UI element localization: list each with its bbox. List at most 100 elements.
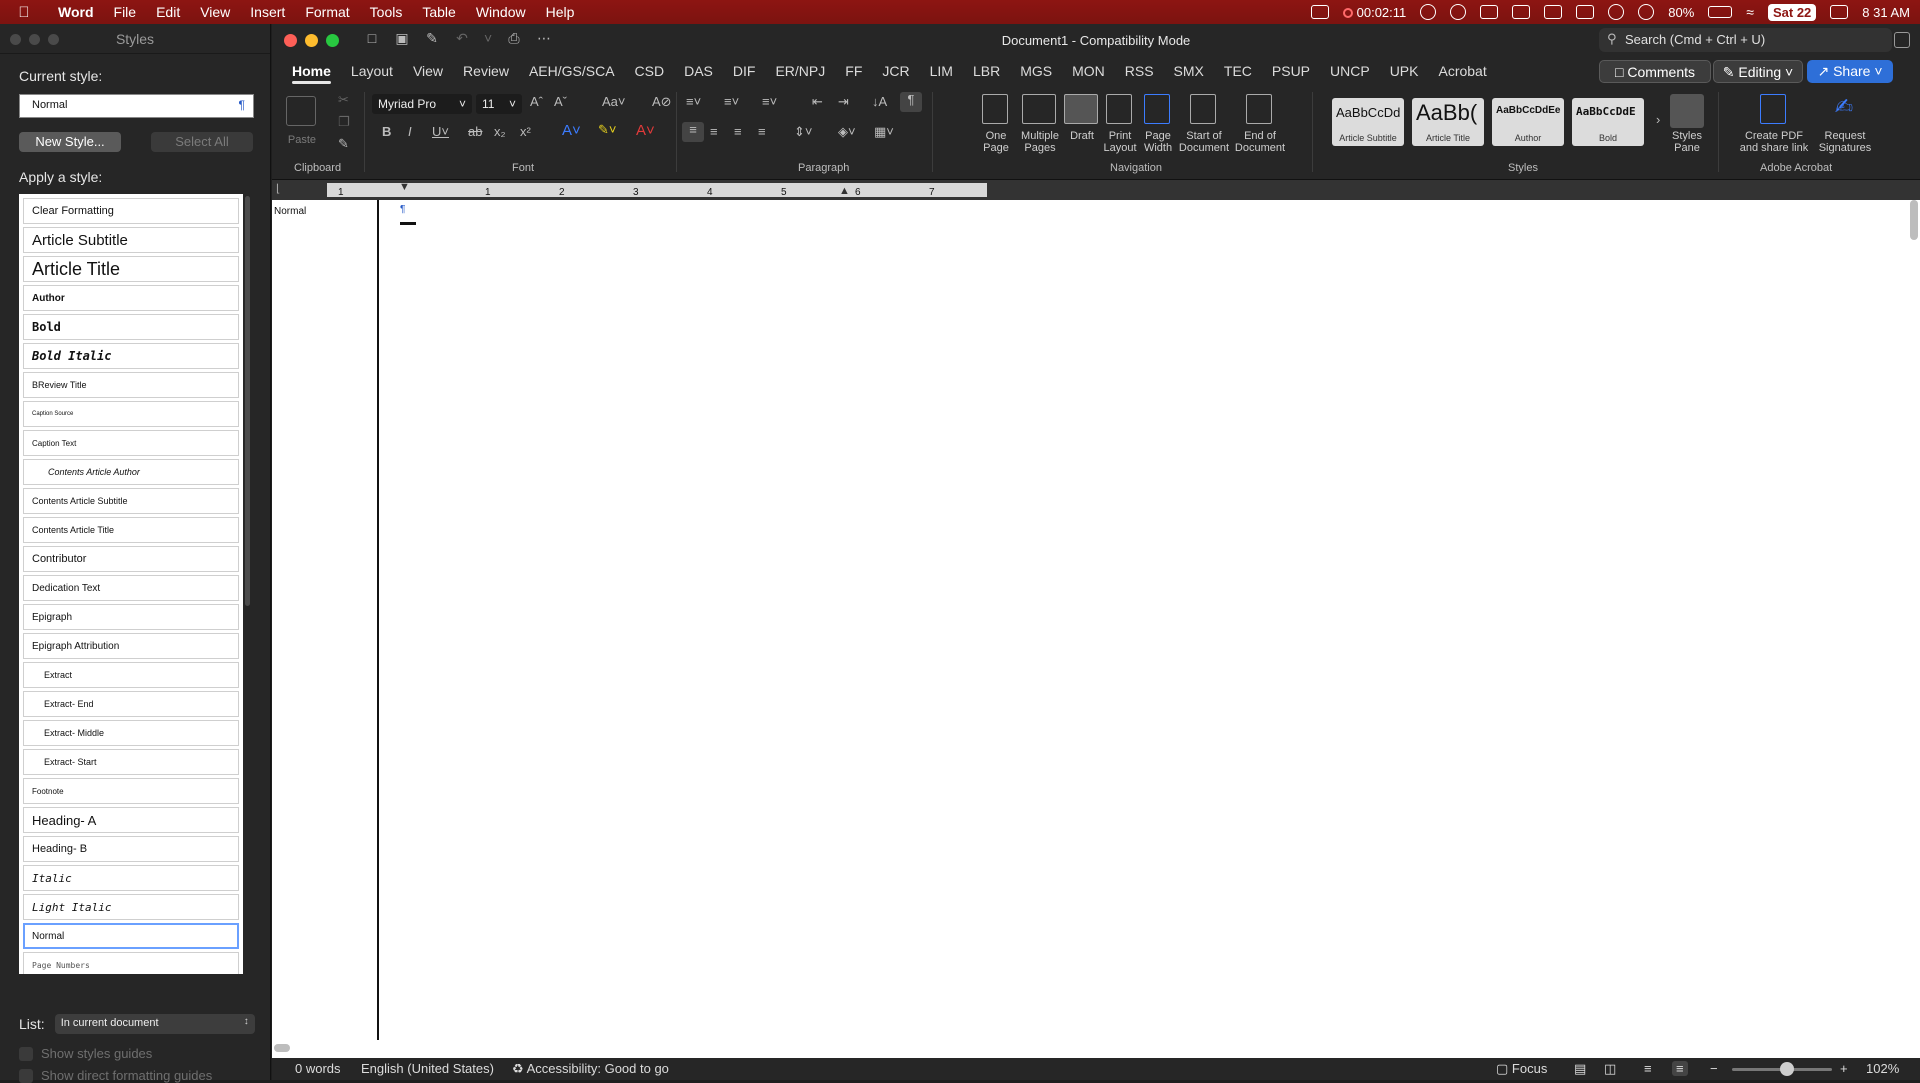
style-area-divider[interactable] [377, 200, 379, 1040]
tab-rss[interactable]: RSS [1115, 56, 1164, 86]
decrease-indent-icon[interactable]: ⇤ [812, 94, 823, 110]
control-center-icon[interactable] [1830, 5, 1849, 19]
more-icon[interactable]: ⋯ [536, 30, 552, 47]
window-split-icon[interactable] [1544, 5, 1563, 19]
clear-formatting-icon[interactable]: A⊘ [652, 94, 672, 110]
focus-button[interactable]: ▢ Focus [1496, 1061, 1547, 1077]
style-item-bold[interactable]: Bold [23, 314, 239, 340]
style-item-extract-end[interactable]: Extract- End [23, 691, 239, 717]
tab-mon[interactable]: MON [1062, 56, 1115, 86]
zoom-out-icon[interactable]: − [1710, 1061, 1718, 1076]
menu-format[interactable]: Format [295, 4, 359, 20]
tab-das[interactable]: DAS [674, 56, 723, 86]
menu-app-word[interactable]: Word [48, 4, 104, 20]
style-item-extract-start[interactable]: Extract- Start [23, 749, 239, 775]
style-item-normal[interactable]: Normal [23, 923, 239, 949]
end-of-document-icon[interactable] [1246, 94, 1272, 124]
tab-upk[interactable]: UPK [1380, 56, 1429, 86]
style-item-page-numbers[interactable]: Page Numbers [23, 952, 239, 974]
creative-cloud-icon[interactable] [1450, 4, 1467, 20]
style-item-heading-a[interactable]: Heading- A [23, 807, 239, 833]
cloud-icon[interactable] [1480, 5, 1499, 19]
tab-lbr[interactable]: LBR [963, 56, 1010, 86]
zoom-slider-knob[interactable] [1780, 1062, 1794, 1076]
tab-smx[interactable]: SMX [1164, 56, 1214, 86]
tab-dif[interactable]: DIF [723, 56, 766, 86]
menu-tools[interactable]: Tools [360, 4, 413, 20]
style-list-scrollbar[interactable] [245, 196, 250, 606]
tab-aeh-gs-sca[interactable]: AEH/GS/SCA [519, 56, 625, 86]
date-badge[interactable]: Sat 22 [1767, 3, 1817, 21]
menu-help[interactable]: Help [536, 4, 585, 20]
style-item-caption-text[interactable]: Caption Text [23, 430, 239, 456]
tab-er-npj[interactable]: ER/NPJ [765, 56, 835, 86]
style-item-light-italic[interactable]: Light Italic [23, 894, 239, 920]
upload-icon[interactable] [1512, 5, 1531, 19]
horizontal-scrollbar[interactable] [274, 1044, 290, 1052]
select-all-button[interactable]: Select All [151, 132, 253, 152]
style-item-author[interactable]: Author [23, 285, 239, 311]
style-item-extract-middle[interactable]: Extract- Middle [23, 720, 239, 746]
zoom-in-icon[interactable]: + [1840, 1061, 1848, 1076]
minimize-button[interactable] [305, 34, 318, 47]
align-center-icon[interactable]: ≡ [710, 124, 718, 139]
underline-icon[interactable]: U˅ [432, 124, 449, 139]
superscript-icon[interactable]: x² [520, 124, 531, 139]
style-item-breview-title[interactable]: BReview Title [23, 372, 239, 398]
tab-review[interactable]: Review [453, 56, 519, 86]
vertical-scrollbar[interactable] [1910, 200, 1918, 240]
shading-icon[interactable]: ◈˅ [838, 124, 856, 140]
line-spacing-icon[interactable]: ⇕˅ [794, 124, 812, 140]
font-size-select[interactable]: 11 ˅ [476, 94, 522, 114]
text-effects-icon[interactable]: A˅ [562, 122, 581, 139]
bullets-icon[interactable]: ≡˅ [686, 94, 701, 109]
tab-tec[interactable]: TEC [1214, 56, 1262, 86]
style-list[interactable]: Clear Formatting Article Subtitle Articl… [19, 194, 243, 974]
zoom-level[interactable]: 102% [1866, 1061, 1899, 1076]
bold-icon[interactable]: B [382, 124, 391, 139]
highlight-icon[interactable]: ✎˅ [598, 122, 616, 138]
word-count[interactable]: 0 words [295, 1061, 341, 1076]
print-icon[interactable]: ⎙ [506, 30, 522, 47]
language-status[interactable]: English (United States) [361, 1061, 494, 1076]
menu-table[interactable]: Table [412, 4, 465, 20]
menu-window[interactable]: Window [466, 4, 536, 20]
style-item-italic[interactable]: Italic [23, 865, 239, 891]
change-case-icon[interactable]: Aa˅ [602, 94, 626, 109]
menu-view[interactable]: View [190, 4, 240, 20]
show-direct-formatting-checkbox[interactable] [19, 1068, 33, 1083]
gallery-style-author[interactable]: AaBbCcDdEe Author [1492, 98, 1564, 146]
style-item-heading-b[interactable]: Heading- B [23, 836, 239, 862]
zoom-button[interactable] [326, 34, 339, 47]
strikethrough-icon[interactable]: ab [468, 124, 482, 139]
list-filter-select[interactable]: In current document ↕ [54, 1014, 255, 1034]
save-as-icon[interactable]: ✎ [424, 30, 440, 47]
font-color-icon[interactable]: A˅ [636, 122, 655, 139]
style-item-bold-italic[interactable]: Bold Italic [23, 343, 239, 369]
editing-button[interactable]: ✎ Editing ˅ [1713, 60, 1803, 83]
borders-icon[interactable]: ▦˅ [874, 124, 894, 140]
style-item-article-title[interactable]: Article Title [23, 256, 239, 282]
style-item-article-subtitle[interactable]: Article Subtitle [23, 227, 239, 253]
gallery-style-bold[interactable]: AaBbCcDdE Bold [1572, 98, 1644, 146]
recording-timer[interactable]: 00:02:11 [1342, 5, 1406, 20]
time-machine-icon[interactable] [1638, 4, 1655, 20]
gallery-next-chevron-icon[interactable]: › [1656, 112, 1660, 127]
start-of-document-icon[interactable] [1190, 94, 1216, 124]
web-layout-view-icon[interactable]: ◫ [1604, 1061, 1616, 1077]
clock-time[interactable]: 8 31 AM [1862, 5, 1910, 20]
tab-acrobat[interactable]: Acrobat [1428, 56, 1496, 86]
style-item-contents-article-title[interactable]: Contents Article Title [23, 517, 239, 543]
right-indent-marker-icon[interactable]: ▲ [839, 185, 850, 197]
align-right-icon[interactable]: ≡ [734, 124, 742, 139]
clock-icon[interactable] [1608, 4, 1625, 20]
multilevel-list-icon[interactable]: ≡˅ [762, 94, 777, 109]
style-item-extract[interactable]: Extract [23, 662, 239, 688]
share-window-icon[interactable] [1894, 32, 1910, 48]
sort-icon[interactable]: ↓A [872, 94, 887, 109]
style-item-dedication-text[interactable]: Dedication Text [23, 575, 239, 601]
tab-layout[interactable]: Layout [341, 56, 403, 86]
menu-file[interactable]: File [104, 4, 147, 20]
tab-view[interactable]: View [403, 56, 453, 86]
outline-view-icon[interactable]: ≡ [1644, 1061, 1652, 1076]
